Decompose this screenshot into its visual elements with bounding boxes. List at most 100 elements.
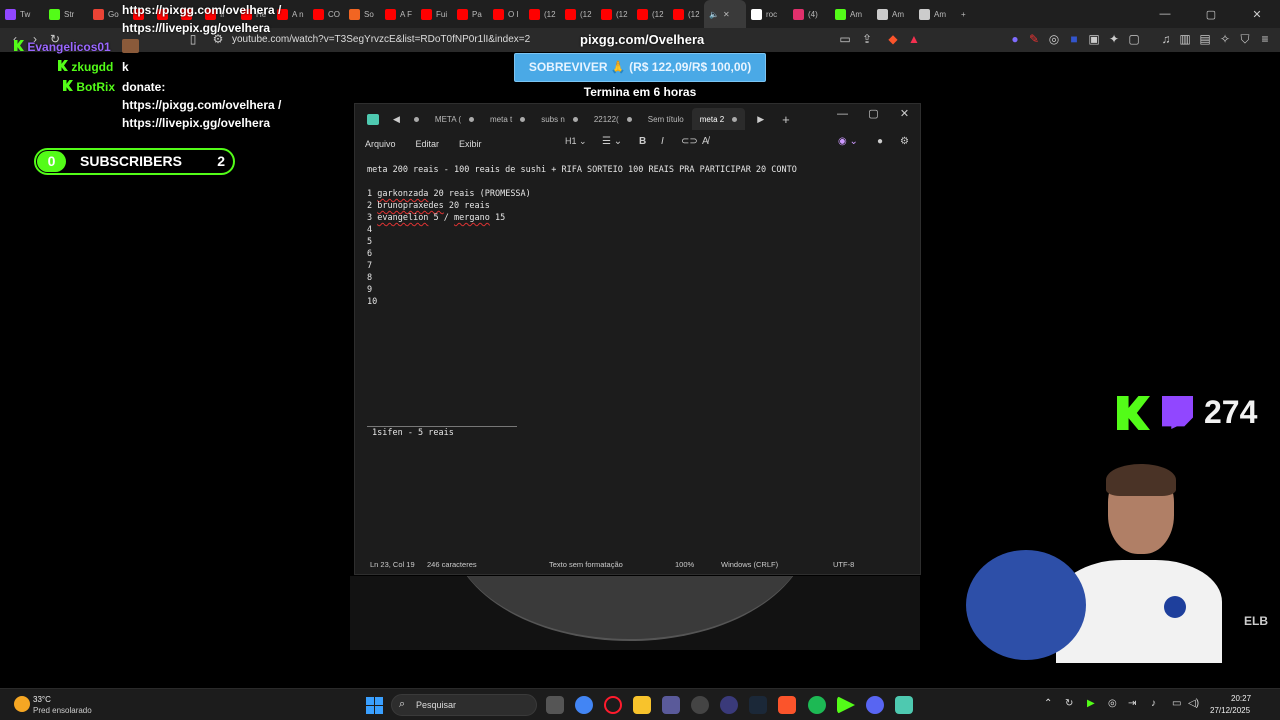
screenshot-icon[interactable]: ▢ <box>1127 32 1141 46</box>
new-browser-tab-button[interactable]: + <box>956 0 976 28</box>
browser-tab[interactable]: (12 <box>668 0 704 28</box>
kick-app-icon[interactable] <box>837 696 855 714</box>
notepad-tab[interactable] <box>406 108 427 130</box>
heading-dropdown[interactable]: H1 ⌄ <box>565 136 587 147</box>
notepad-editor[interactable]: meta 200 reais - 100 reais de sushi + RI… <box>367 164 797 308</box>
steam-icon[interactable] <box>749 696 767 714</box>
browser-tab[interactable]: CO <box>308 0 344 28</box>
leo-icon[interactable]: ✧ <box>1218 32 1232 46</box>
brave-rewards-icon[interactable]: ▲ <box>907 32 921 46</box>
notepad-taskbar-icon[interactable] <box>895 696 913 714</box>
notepad-tab[interactable]: subs n <box>533 108 586 130</box>
scroll-right-icon[interactable]: ▶ <box>745 114 776 125</box>
shirt-crest <box>1164 596 1186 618</box>
browser-tab[interactable]: Str <box>44 0 88 28</box>
weather-sun-icon[interactable] <box>14 696 30 712</box>
app-icon[interactable] <box>691 696 709 714</box>
app-icon[interactable] <box>662 696 680 714</box>
extension-icon[interactable]: ■ <box>1067 32 1081 46</box>
copilot-icon[interactable]: ◉ ⌄ <box>838 136 858 147</box>
weather-temperature[interactable]: 33°C <box>33 695 51 704</box>
tray-overflow-icon[interactable]: ⌃ <box>1044 698 1052 709</box>
browser-tab[interactable]: roc <box>746 0 788 28</box>
weather-description[interactable]: Pred ensolarado <box>33 706 92 715</box>
notepad-tab[interactable]: meta t <box>482 108 533 130</box>
browser-tab[interactable]: (4) <box>788 0 830 28</box>
notepad-tab[interactable]: 22122( <box>586 108 640 130</box>
sidebar-icon[interactable]: ▥ <box>1178 32 1192 46</box>
clock-date[interactable]: 27/12/2025 <box>1210 706 1250 715</box>
browser-tab-active[interactable]: 🔈 ✕ <box>704 0 746 28</box>
tray-app-icon[interactable]: ↻ <box>1065 698 1073 709</box>
opera-icon[interactable] <box>604 696 622 714</box>
link-icon[interactable]: ⊂⊃ <box>681 136 698 147</box>
browser-tab[interactable]: So <box>344 0 380 28</box>
maximize-button[interactable]: ▢ <box>858 104 889 124</box>
settings-icon[interactable]: ⚙ <box>900 136 909 147</box>
minimize-button[interactable]: — <box>827 104 858 124</box>
menu-edit[interactable]: Editar <box>406 139 450 149</box>
extension-icon[interactable]: ◎ <box>1047 32 1061 46</box>
close-tab-icon[interactable]: ✕ <box>723 10 730 19</box>
extension-icon[interactable]: ● <box>1008 32 1022 46</box>
taskbar-search[interactable]: ⌕ Pesquisar <box>391 694 537 716</box>
list-icon[interactable]: ☰ ⌄ <box>602 136 622 147</box>
extension-icon[interactable]: ▣ <box>1087 32 1101 46</box>
browser-tab[interactable]: Am <box>830 0 872 28</box>
browser-tab[interactable]: A F <box>380 0 416 28</box>
new-tab-button[interactable]: + <box>776 112 796 127</box>
start-button[interactable] <box>366 697 383 714</box>
app-icon[interactable] <box>720 696 738 714</box>
account-icon[interactable]: ● <box>877 136 883 147</box>
menu-file[interactable]: Arquivo <box>355 139 406 149</box>
extension-icon[interactable]: ✎ <box>1027 32 1041 46</box>
spotify-icon[interactable] <box>808 696 826 714</box>
tray-app-icon[interactable]: ⇥ <box>1128 698 1136 709</box>
tray-app-icon[interactable]: ▶ <box>1087 698 1095 709</box>
browser-tab[interactable]: (12 <box>524 0 560 28</box>
brave-icon[interactable] <box>778 696 796 714</box>
encoding: UTF-8 <box>833 560 855 569</box>
network-icon[interactable]: ▭ <box>1172 698 1181 709</box>
volume-icon[interactable]: ◁) <box>1188 698 1199 709</box>
notepad-tab-active[interactable]: meta 2 <box>691 108 746 130</box>
microphone-icon[interactable]: ♪ <box>1151 698 1156 709</box>
browser-tab[interactable]: Am <box>872 0 914 28</box>
menu-icon[interactable]: ≡ <box>1258 32 1272 46</box>
browser-tab[interactable]: Fui <box>416 0 452 28</box>
clock-time[interactable]: 20:27 <box>1231 694 1251 703</box>
tab-favicon-icon <box>637 8 648 20</box>
chrome-icon[interactable] <box>575 696 593 714</box>
browser-tab[interactable]: Tw <box>0 0 44 28</box>
wallet-icon[interactable]: ▤ <box>1198 32 1212 46</box>
browser-tab[interactable]: O I <box>488 0 524 28</box>
close-button[interactable]: ✕ <box>889 104 920 124</box>
task-view-icon[interactable] <box>546 696 564 714</box>
share-icon[interactable]: ⇪ <box>860 32 874 46</box>
notepad-tab[interactable]: META ( <box>427 108 482 130</box>
url-field[interactable]: youtube.com/watch?v=T3SegYrvzcE&list=RDo… <box>232 34 530 45</box>
scroll-left-icon[interactable]: ◀ <box>387 114 406 125</box>
browser-tab[interactable]: Am <box>914 0 956 28</box>
clear-format-icon[interactable]: A̸ <box>702 136 709 147</box>
vpn-icon[interactable]: ⛉ <box>1238 32 1252 46</box>
close-button[interactable]: ✕ <box>1234 8 1280 21</box>
minimize-button[interactable]: — <box>1142 8 1188 20</box>
browser-tab[interactable]: (12 <box>632 0 668 28</box>
menu-view[interactable]: Exibir <box>449 139 492 149</box>
media-icon[interactable]: ♫ <box>1159 32 1173 46</box>
bold-icon[interactable]: B <box>639 136 646 147</box>
tray-app-icon[interactable]: ◎ <box>1108 698 1117 709</box>
extensions-icon[interactable]: ✦ <box>1107 32 1121 46</box>
cast-icon[interactable]: ▭ <box>838 32 852 46</box>
browser-tab[interactable]: Pa <box>452 0 488 28</box>
browser-tab[interactable]: (12 <box>596 0 632 28</box>
italic-icon[interactable]: I <box>661 136 664 147</box>
zoom-level[interactable]: 100% <box>675 560 694 569</box>
maximize-button[interactable]: ▢ <box>1188 8 1234 21</box>
discord-icon[interactable] <box>866 696 884 714</box>
notepad-tab[interactable]: Sem título <box>640 108 692 130</box>
browser-tab[interactable]: (12 <box>560 0 596 28</box>
file-explorer-icon[interactable] <box>633 696 651 714</box>
brave-shield-icon[interactable]: ◆ <box>886 32 900 46</box>
